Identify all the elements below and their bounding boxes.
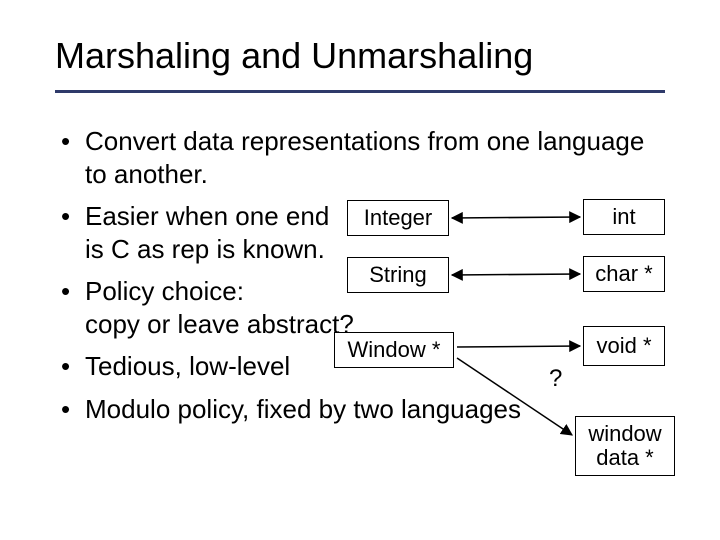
bullet-1-text: Convert data representations from one la… [85,126,644,189]
box-string-label: String [369,263,426,287]
box-int: int [583,199,665,235]
box-int-label: int [612,205,635,229]
box-window-data-label: window data * [580,422,670,470]
bullet-5: Modulo policy, fixed by two languages [55,393,665,426]
slide-title: Marshaling and Unmarshaling [55,35,533,77]
box-window-star: Window * [334,332,454,368]
box-integer: Integer [347,200,449,236]
box-char-star-label: char * [595,262,652,286]
bullet-5-text: Modulo policy, fixed by two languages [85,394,521,424]
slide: Marshaling and Unmarshaling Convert data… [0,0,720,540]
box-window-star-label: Window * [348,338,441,362]
box-char-star: char * [583,256,665,292]
bullet-3-text: Policy choice:copy or leave abstract? [85,276,354,339]
box-void-star-label: void * [596,334,651,358]
bullet-2-text: Easier when one endis C as rep is known. [85,201,329,264]
title-underline [55,90,665,93]
box-window-data: window data * [575,416,675,476]
box-integer-label: Integer [364,206,433,230]
bullet-1: Convert data representations from one la… [55,125,665,190]
box-string: String [347,257,449,293]
question-mark: ? [549,365,562,393]
bullet-4-text: Tedious, low-level [85,351,290,381]
box-void-star: void * [583,326,665,366]
